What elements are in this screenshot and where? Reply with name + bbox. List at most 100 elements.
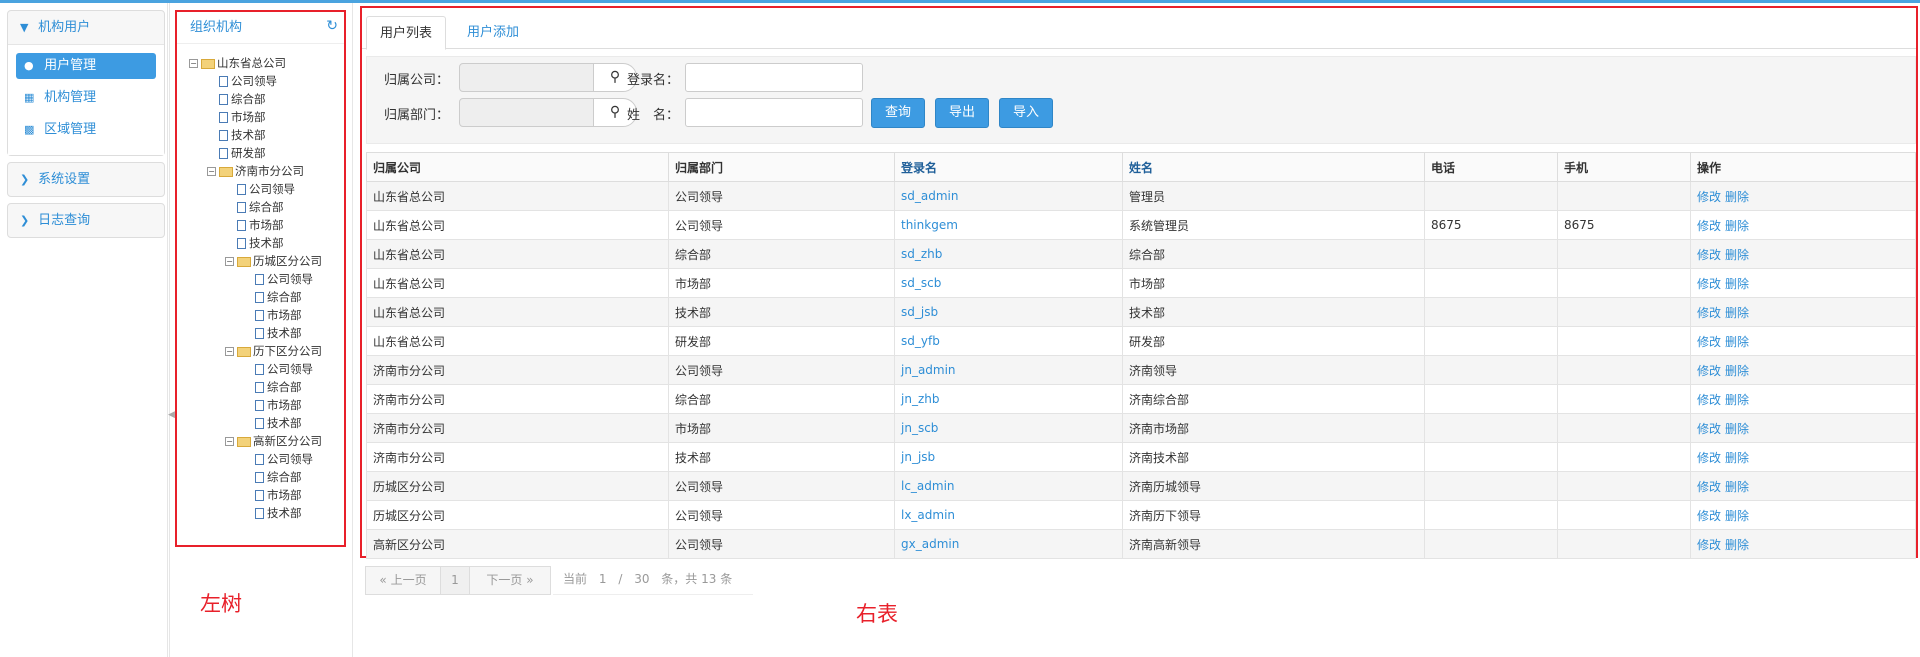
tree-node-label[interactable]: 市场部 <box>231 110 266 124</box>
delete-link[interactable]: 删除 <box>1725 480 1749 494</box>
tree-leaf-node[interactable]: 市场部 <box>189 486 344 504</box>
tree-leaf-node[interactable]: 公司领导 <box>189 450 344 468</box>
user-login-link[interactable]: sd_jsb <box>901 305 938 319</box>
nav-item-user-management[interactable]: ● 用户管理 <box>16 53 156 79</box>
query-button[interactable]: 查询 <box>871 98 925 128</box>
edit-link[interactable]: 修改 <box>1697 393 1721 407</box>
tree-leaf-node[interactable]: 技术部 <box>189 126 344 144</box>
tree-node-label[interactable]: 综合部 <box>267 290 302 304</box>
tree-folder-node[interactable]: − 高新区分公司 <box>189 432 344 450</box>
user-login-link[interactable]: lx_admin <box>901 508 955 522</box>
col-login[interactable]: 登录名 <box>894 152 1123 182</box>
tree-leaf-node[interactable]: 技术部 <box>189 324 344 342</box>
tree-leaf-node[interactable]: 公司领导 <box>189 72 344 90</box>
tree-node-label[interactable]: 综合部 <box>267 470 302 484</box>
user-login-link[interactable]: sd_zhb <box>901 247 942 261</box>
tree-leaf-node[interactable]: 市场部 <box>189 108 344 126</box>
edit-link[interactable]: 修改 <box>1697 248 1721 262</box>
edit-link[interactable]: 修改 <box>1697 451 1721 465</box>
export-button[interactable]: 导出 <box>935 98 989 128</box>
edit-link[interactable]: 修改 <box>1697 364 1721 378</box>
tree-node-label[interactable]: 综合部 <box>267 380 302 394</box>
tree-splitter[interactable] <box>352 3 355 657</box>
refresh-icon[interactable]: ↻ <box>326 10 338 42</box>
user-login-link[interactable]: jn_zhb <box>901 392 939 406</box>
tree-node-label[interactable]: 公司领导 <box>231 74 277 88</box>
user-login-link[interactable]: gx_admin <box>901 537 959 551</box>
tree-folder-node[interactable]: − 历下区分公司 <box>189 342 344 360</box>
user-login-link[interactable]: sd_yfb <box>901 334 940 348</box>
collapse-toggle-icon[interactable]: − <box>225 437 234 446</box>
edit-link[interactable]: 修改 <box>1697 480 1721 494</box>
tree-leaf-node[interactable]: 综合部 <box>189 198 344 216</box>
delete-link[interactable]: 删除 <box>1725 190 1749 204</box>
delete-link[interactable]: 删除 <box>1725 393 1749 407</box>
tree-node-label[interactable]: 高新区分公司 <box>253 434 322 448</box>
delete-link[interactable]: 删除 <box>1725 538 1749 552</box>
tree-node-label[interactable]: 技术部 <box>267 416 302 430</box>
tree-node-label[interactable]: 综合部 <box>249 200 284 214</box>
delete-link[interactable]: 删除 <box>1725 451 1749 465</box>
next-page-button[interactable]: 下一页 » <box>469 566 551 595</box>
edit-link[interactable]: 修改 <box>1697 538 1721 552</box>
nav-item-org-management[interactable]: ▦ 机构管理 <box>16 85 156 111</box>
collapse-toggle-icon[interactable]: − <box>207 167 216 176</box>
collapse-toggle-icon[interactable]: − <box>225 347 234 356</box>
current-page[interactable]: 1 <box>440 566 470 595</box>
tree-node-label[interactable]: 历下区分公司 <box>253 344 322 358</box>
edit-link[interactable]: 修改 <box>1697 277 1721 291</box>
delete-link[interactable]: 删除 <box>1725 335 1749 349</box>
tree-node-label[interactable]: 山东省总公司 <box>217 56 286 70</box>
left-splitter[interactable] <box>167 3 170 657</box>
tree-node-label[interactable]: 公司领导 <box>249 182 295 196</box>
tree-node-label[interactable]: 公司领导 <box>267 272 313 286</box>
nav-group-header[interactable]: ❯ 系统设置 <box>8 163 164 196</box>
edit-link[interactable]: 修改 <box>1697 509 1721 523</box>
import-button[interactable]: 导入 <box>999 98 1053 128</box>
tree-node-label[interactable]: 市场部 <box>249 218 284 232</box>
tree-leaf-node[interactable]: 综合部 <box>189 378 344 396</box>
edit-link[interactable]: 修改 <box>1697 219 1721 233</box>
tree-leaf-node[interactable]: 综合部 <box>189 288 344 306</box>
nav-group-header[interactable]: ▼ 机构用户 <box>8 11 164 44</box>
tree-node-label[interactable]: 市场部 <box>267 488 302 502</box>
tree-node-label[interactable]: 技术部 <box>267 506 302 520</box>
tree-node-label[interactable]: 综合部 <box>231 92 266 106</box>
nav-item-area-management[interactable]: ▩ 区域管理 <box>16 117 156 143</box>
user-login-link[interactable]: lc_admin <box>901 479 955 493</box>
tree-leaf-node[interactable]: 市场部 <box>189 216 344 234</box>
tree-leaf-node[interactable]: 技术部 <box>189 504 344 522</box>
page-size-input[interactable]: 30 <box>634 572 649 586</box>
tree-leaf-node[interactable]: 技术部 <box>189 414 344 432</box>
delete-link[interactable]: 删除 <box>1725 306 1749 320</box>
user-login-link[interactable]: thinkgem <box>901 218 958 232</box>
collapse-toggle-icon[interactable]: − <box>225 257 234 266</box>
delete-link[interactable]: 删除 <box>1725 422 1749 436</box>
tree-leaf-node[interactable]: 公司领导 <box>189 360 344 378</box>
tree-leaf-node[interactable]: 公司领导 <box>189 180 344 198</box>
tree-node-label[interactable]: 技术部 <box>231 128 266 142</box>
tree-node-label[interactable]: 研发部 <box>231 146 266 160</box>
delete-link[interactable]: 删除 <box>1725 248 1749 262</box>
edit-link[interactable]: 修改 <box>1697 335 1721 349</box>
tree-leaf-node[interactable]: 综合部 <box>189 468 344 486</box>
user-login-link[interactable]: jn_admin <box>901 363 956 377</box>
tree-leaf-node[interactable]: 市场部 <box>189 306 344 324</box>
tree-node-label[interactable]: 技术部 <box>267 326 302 340</box>
dept-input[interactable] <box>459 98 595 127</box>
edit-link[interactable]: 修改 <box>1697 422 1721 436</box>
tree-leaf-node[interactable]: 综合部 <box>189 90 344 108</box>
prev-page-button[interactable]: « 上一页 <box>365 566 441 595</box>
tree-node-label[interactable]: 济南市分公司 <box>235 164 304 178</box>
collapse-toggle-icon[interactable]: − <box>189 59 198 68</box>
name-input[interactable] <box>685 98 863 127</box>
nav-group-header[interactable]: ❯ 日志查询 <box>8 204 164 237</box>
page-number-input[interactable]: 1 <box>599 572 607 586</box>
tree-node-label[interactable]: 历城区分公司 <box>253 254 322 268</box>
tree-node-label[interactable]: 技术部 <box>249 236 284 250</box>
delete-link[interactable]: 删除 <box>1725 364 1749 378</box>
tree-leaf-node[interactable]: 技术部 <box>189 234 344 252</box>
collapse-left-icon[interactable]: ◀ <box>168 410 175 420</box>
delete-link[interactable]: 删除 <box>1725 219 1749 233</box>
tree-folder-node[interactable]: − 济南市分公司 <box>189 162 344 180</box>
